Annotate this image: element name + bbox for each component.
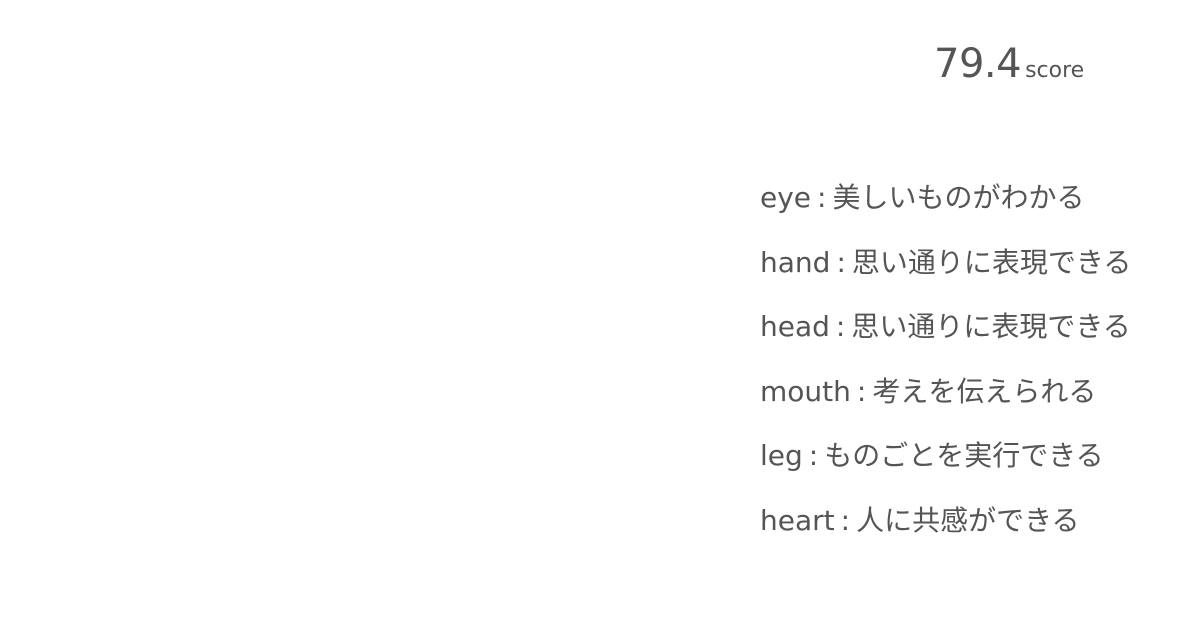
trait-text: 人に共感ができる	[856, 503, 1080, 537]
score-value: 79.4	[934, 41, 1022, 87]
trait-part: hand	[760, 245, 831, 279]
score-unit: score	[1025, 58, 1085, 83]
trait-separator: :	[840, 503, 851, 537]
trait-row-mouth: mouth: 考えを伝えられる	[760, 372, 1190, 437]
trait-separator: :	[856, 374, 867, 408]
trait-text: 美しいものがわかる	[832, 181, 1085, 214]
trait-row-heart: heart: 人に共感ができる	[760, 501, 1190, 566]
trait-text: 思い通りに表現できる	[851, 310, 1131, 343]
trait-text: ものごとを実行できる	[824, 439, 1104, 472]
trait-part: eye	[760, 181, 812, 214]
trait-separator: :	[817, 181, 827, 214]
trait-part: head	[760, 310, 830, 343]
trait-text: 思い通りに表現できる	[851, 245, 1132, 279]
trait-list: eye: 美しいものがわかる hand: 思い通りに表現できる head: 思い通りに…	[760, 178, 1190, 565]
trait-separator: :	[836, 245, 846, 279]
score-display: 79.4 score	[934, 44, 1084, 84]
trait-part: leg	[760, 439, 803, 472]
trait-row-head: head: 思い通りに表現できる	[760, 307, 1190, 372]
trait-part: heart	[760, 503, 835, 537]
trait-text: 考えを伝えられる	[872, 374, 1097, 408]
trait-separator: :	[808, 439, 819, 472]
trait-row-eye: eye: 美しいものがわかる	[760, 178, 1190, 243]
trait-part: mouth	[760, 374, 851, 408]
trait-separator: :	[835, 310, 846, 343]
trait-row-leg: leg: ものごとを実行できる	[760, 436, 1190, 501]
trait-row-hand: hand: 思い通りに表現できる	[760, 243, 1190, 308]
